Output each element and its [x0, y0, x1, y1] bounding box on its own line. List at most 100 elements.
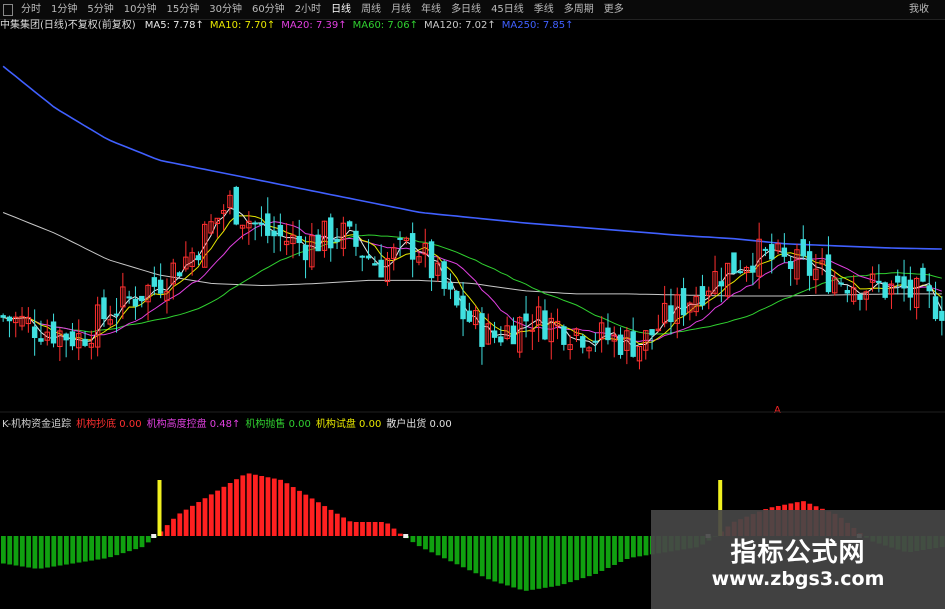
indicator-bar-down — [64, 536, 69, 565]
candle-body — [901, 276, 907, 289]
indicator-bar-down — [423, 536, 428, 550]
candle-body — [454, 291, 460, 306]
indicator-bar-down — [26, 536, 31, 568]
indicator-bar-down — [139, 536, 145, 548]
indicator-bar-up — [366, 522, 372, 536]
candle-body — [378, 259, 384, 278]
indicator-bar-up — [347, 521, 353, 536]
candle-body — [605, 327, 611, 341]
indicator-bar-down — [416, 536, 422, 547]
candle-body — [926, 285, 932, 292]
indicator-bar-up — [303, 494, 309, 536]
candle-body — [523, 313, 529, 322]
candle-body — [6, 316, 13, 322]
indicator-bar-up — [196, 502, 202, 536]
candle-body — [365, 255, 372, 259]
candle-body — [441, 261, 447, 289]
candle-body — [479, 313, 485, 347]
candle-body — [510, 325, 517, 345]
indicator-bar-down — [454, 536, 460, 565]
indicator-bar-down — [561, 536, 567, 585]
indicator-bar-up — [234, 479, 239, 536]
candle-body — [806, 251, 813, 276]
candle-body — [649, 329, 655, 336]
candle-body — [126, 296, 132, 299]
indicator-bar-up — [227, 483, 233, 536]
indicator-bar-down — [51, 536, 57, 567]
indicator-bar-down — [637, 536, 643, 557]
indicator-bar-up — [309, 498, 315, 536]
indicator-bar-down — [624, 536, 630, 559]
indicator-bar-down — [145, 536, 151, 543]
candle-body — [592, 340, 599, 343]
candle-body — [680, 288, 687, 316]
indicator-bar-up — [353, 522, 359, 536]
indicator-bar-up — [372, 522, 378, 536]
indicator-bar-down — [114, 536, 120, 556]
indicator-bar-up — [208, 494, 214, 536]
indicator-bar-up — [171, 518, 176, 536]
candle-body — [939, 310, 945, 321]
candle-body — [882, 282, 888, 298]
candle-body — [737, 271, 743, 274]
candle-body — [82, 338, 88, 346]
candle-body — [346, 221, 353, 227]
indicator-bar-down — [473, 536, 479, 574]
candle-body — [699, 286, 706, 306]
indicator-bar-down — [448, 536, 454, 562]
candle-body — [617, 334, 624, 355]
candle-body — [334, 238, 340, 243]
candle-body — [302, 244, 309, 261]
indicator-bar-up — [246, 473, 252, 536]
indicator-bar-down — [574, 536, 580, 581]
indicator-bar-down — [643, 536, 649, 556]
indicator-bar-down — [555, 536, 561, 586]
indicator-bar-up — [391, 528, 397, 536]
candle-body — [447, 282, 454, 290]
ma250-line — [2, 65, 942, 250]
candle-body — [252, 222, 258, 225]
candle-body — [466, 310, 473, 322]
zero-marker — [403, 534, 409, 538]
indicator-bar-up — [278, 479, 283, 536]
candle-body — [907, 279, 914, 298]
candle-body — [857, 294, 863, 300]
indicator-bar-down — [467, 536, 472, 571]
candle-body — [113, 313, 120, 316]
indicator-bar-down — [498, 536, 504, 584]
candle-body — [769, 244, 775, 260]
candle-body — [428, 241, 435, 279]
indicator-bar-up — [290, 487, 296, 536]
signal-bar — [157, 480, 162, 536]
indicator-bar-up — [334, 513, 340, 536]
candle-body — [265, 213, 271, 236]
indicator-bar-up — [221, 486, 227, 536]
indicator-bar-up — [240, 475, 246, 536]
indicator-bar-up — [341, 517, 346, 536]
candle-body — [271, 230, 277, 237]
candle-body — [630, 331, 636, 357]
candle-body — [353, 230, 359, 247]
candle-body — [139, 295, 145, 302]
candle-body — [800, 239, 806, 257]
indicator-bar-down — [19, 536, 25, 567]
indicator-bar-up — [259, 476, 265, 536]
indicator-bar-down — [580, 536, 586, 579]
candle-body — [731, 252, 737, 274]
indicator-bar-down — [568, 536, 573, 583]
indicator-bar-up — [183, 509, 189, 536]
indicator-bar-down — [410, 536, 416, 543]
candle-body — [580, 336, 586, 348]
indicator-bar-up — [253, 474, 258, 536]
candle-body — [372, 263, 378, 266]
indicator-bar-up — [360, 522, 365, 536]
indicator-bar-down — [460, 536, 466, 568]
indicator-bar-down — [542, 536, 548, 588]
candle-body — [233, 186, 239, 225]
candle-body — [781, 247, 788, 257]
candle-body — [101, 297, 107, 320]
zero-marker — [151, 534, 157, 538]
candle-body — [668, 305, 674, 323]
indicator-bar-down — [38, 536, 44, 569]
indicator-bar-down — [536, 536, 542, 589]
